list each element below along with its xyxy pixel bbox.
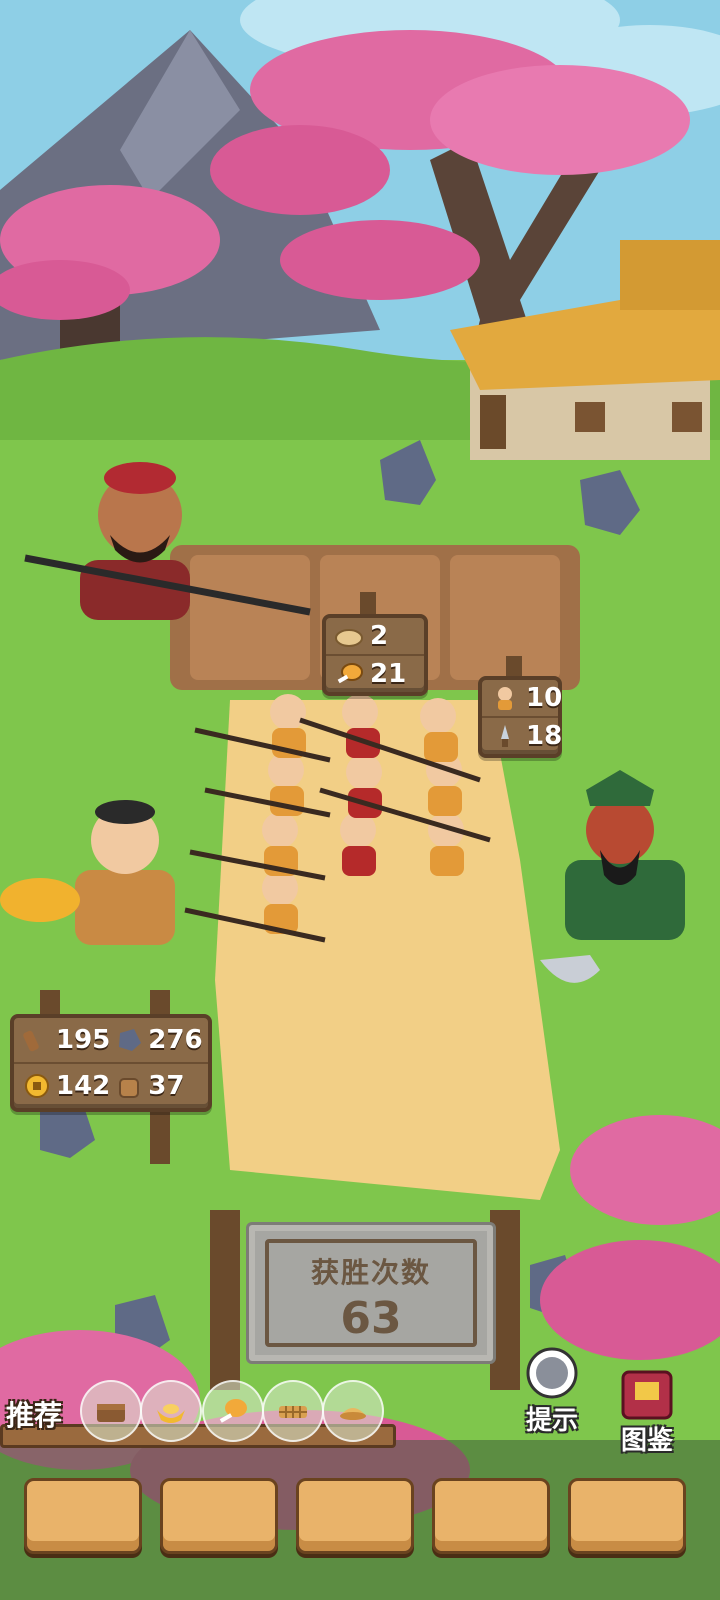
inventory-slot-3[interactable] [296,1478,414,1554]
recommend-item-2[interactable] [140,1380,202,1442]
hint-button[interactable]: 提示 [512,1346,592,1437]
dagger-icon [490,723,520,749]
victory-label: 获胜次数 [310,1256,431,1289]
soldier-count: 10 [526,683,563,713]
bread-count: 2 [370,621,389,651]
copper-coin-icon [22,1073,52,1099]
hint-label: 提示 [525,1406,578,1436]
woven-mat-icon [279,1406,307,1418]
recommend-item-4[interactable] [262,1380,324,1442]
recommend-label: 推荐 [6,1399,63,1432]
bread-row: 2 [326,618,424,654]
inventory-slot-5[interactable] [568,1478,686,1554]
pastry-icon [340,1408,366,1420]
soldier-icon [490,685,520,711]
recommend-item-3[interactable] [202,1380,264,1442]
coin-count: 142 [56,1071,111,1101]
victory-board: 获胜次数 63 [246,1222,496,1364]
inventory-slot-4[interactable] [432,1478,550,1554]
materials-row-2: 142 37 [14,1062,208,1108]
weapon-count: 18 [526,721,563,751]
wood-log-icon [22,1027,52,1053]
food-resource-sign: 2 21 [322,614,428,696]
drumstick-icon [219,1399,247,1423]
meat-count: 21 [370,659,407,689]
recommend-item-1[interactable] [80,1380,142,1442]
stone-icon [114,1027,144,1053]
recommend-item-5[interactable] [322,1380,384,1442]
basket-icon [114,1073,144,1099]
materials-sign: 195 276 142 37 [10,1014,212,1112]
victory-count: 63 [340,1293,402,1344]
drumstick-icon [334,661,364,687]
meat-row: 21 [326,654,424,692]
codex-label: 图鉴 [620,1426,673,1456]
inventory-slot-1[interactable] [24,1478,142,1554]
soldiers-row: 10 [482,680,562,716]
book-icon [621,1370,673,1420]
army-stats-sign: 10 18 [478,676,562,758]
codex-button[interactable]: 图鉴 [606,1370,688,1457]
stone-count: 276 [148,1025,203,1055]
treasure-chest-icon [97,1404,125,1422]
materials-row-1: 195 276 [14,1018,208,1062]
magnifier-icon [526,1347,578,1399]
basket-count: 37 [148,1071,185,1101]
wood-count: 195 [56,1025,111,1055]
bread-icon [334,623,364,649]
recommend-bar: 推荐 [0,1380,396,1448]
inventory-slot-2[interactable] [160,1478,278,1554]
weapons-row: 18 [482,716,562,754]
gold-ingot-icon [157,1404,185,1423]
